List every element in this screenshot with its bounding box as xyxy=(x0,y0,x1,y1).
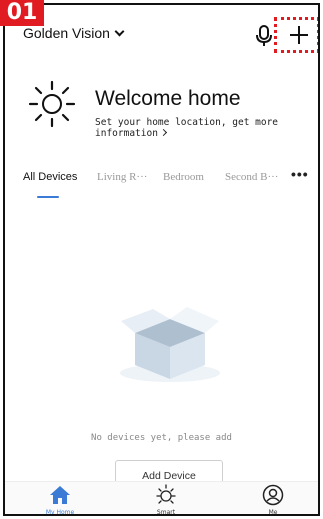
welcome-banner[interactable]: Welcome home Set your home location, get… xyxy=(5,77,318,141)
sun-icon xyxy=(156,484,176,504)
tab-all-devices[interactable]: All Devices xyxy=(23,171,77,183)
bottom-nav: My Home Smart Me xyxy=(5,481,318,516)
nav-smart[interactable]: Smart xyxy=(136,484,196,516)
chevron-down-icon xyxy=(114,26,125,37)
top-bar: Golden Vision xyxy=(5,5,318,69)
empty-state-message: No devices yet, please add xyxy=(91,433,232,443)
nav-me[interactable]: Me xyxy=(243,484,303,516)
nav-me-label: Me xyxy=(268,509,278,516)
plus-icon[interactable] xyxy=(290,26,308,44)
sun-icon xyxy=(28,80,76,128)
home-icon xyxy=(50,486,70,504)
tab-living-room[interactable]: Living R··· xyxy=(97,171,147,183)
welcome-title: Welcome home xyxy=(95,87,241,110)
app-screen: Golden Vision Welcome home Set your home… xyxy=(3,3,320,516)
add-button-highlight xyxy=(274,17,318,53)
welcome-subtitle[interactable]: Set your home location, get more informa… xyxy=(95,117,318,139)
home-name-label: Golden Vision xyxy=(23,25,110,41)
tab-bedroom[interactable]: Bedroom xyxy=(163,171,204,183)
chevron-right-icon xyxy=(159,128,167,137)
nav-my-home[interactable]: My Home xyxy=(30,484,90,516)
step-number-badge: 01 xyxy=(0,0,44,26)
empty-box-illustration xyxy=(120,307,220,382)
home-selector[interactable]: Golden Vision xyxy=(23,25,125,41)
nav-my-home-label: My Home xyxy=(45,509,75,516)
nav-smart-label: Smart xyxy=(156,509,176,516)
active-tab-indicator xyxy=(37,196,59,198)
room-tabs: All Devices Living R··· Bedroom Second B… xyxy=(5,165,318,205)
tab-second-bedroom[interactable]: Second B··· xyxy=(225,171,278,183)
more-tabs-icon[interactable]: ••• xyxy=(291,167,313,183)
microphone-icon[interactable] xyxy=(255,25,273,47)
user-icon xyxy=(262,484,284,506)
